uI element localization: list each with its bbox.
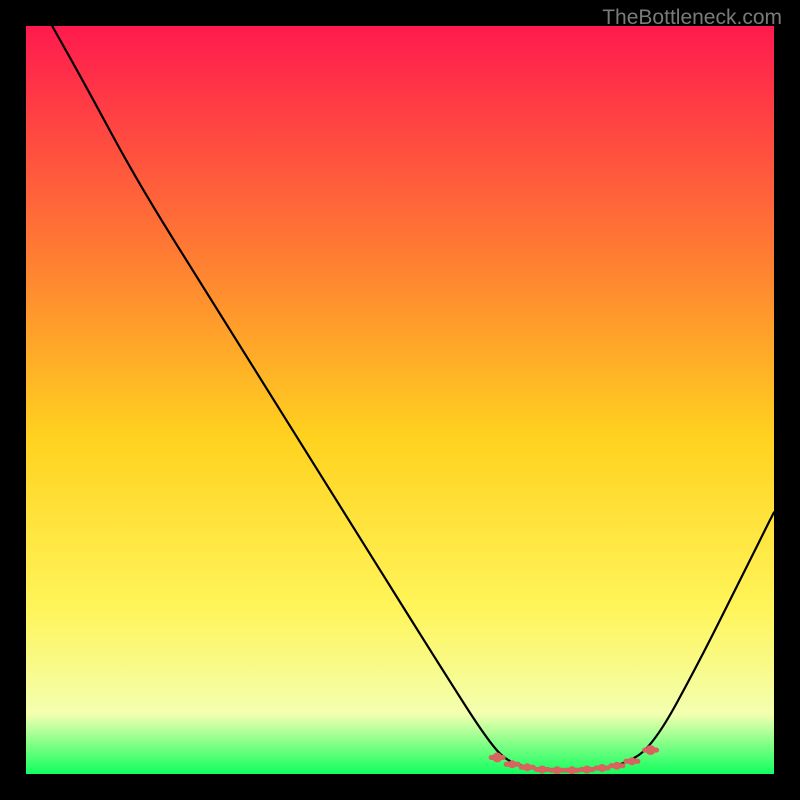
marker-dot: [523, 763, 531, 771]
marker-dot: [568, 766, 576, 774]
marker-dot: [613, 762, 621, 770]
chart-svg: [26, 26, 774, 774]
marker-dot: [538, 766, 546, 774]
marker-dot: [492, 753, 502, 763]
marker-dot: [583, 766, 591, 774]
marker-dot: [598, 764, 606, 772]
marker-dot: [553, 766, 561, 774]
watermark-text: TheBottleneck.com: [602, 6, 782, 30]
marker-dot: [508, 760, 516, 768]
marker-dot: [628, 757, 636, 765]
plot-area: [26, 26, 774, 774]
gradient-background: [26, 26, 774, 774]
chart-container: TheBottleneck.com: [0, 0, 800, 800]
marker-dot: [646, 745, 656, 755]
